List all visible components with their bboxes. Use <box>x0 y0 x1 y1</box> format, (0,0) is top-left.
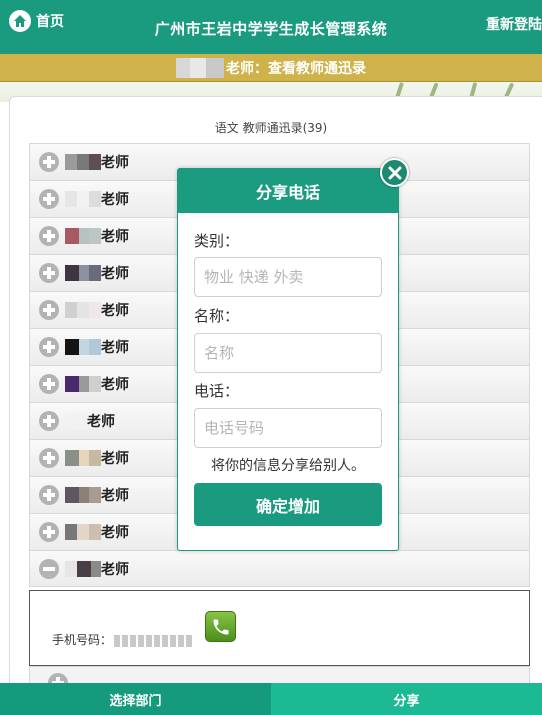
redacted-name <box>65 302 101 318</box>
collapse-icon[interactable] <box>39 558 59 579</box>
expand-icon[interactable] <box>39 152 59 172</box>
redacted-name <box>65 191 101 207</box>
redacted-phone-number <box>114 634 193 647</box>
teacher-name: 老师 <box>101 561 129 578</box>
teacher-name: 老师 <box>101 229 129 245</box>
expand-icon[interactable] <box>39 374 59 394</box>
teacher-name: 老师 <box>87 414 115 430</box>
close-icon <box>388 166 401 179</box>
redacted-name <box>176 57 224 78</box>
teacher-name: 老师 <box>101 303 129 319</box>
redacted-name <box>65 413 87 429</box>
redacted-name <box>65 339 101 355</box>
teacher-name: 老师 <box>101 488 129 504</box>
teacher-name: 老师 <box>101 377 129 393</box>
redacted-name <box>65 524 101 540</box>
name-input[interactable] <box>194 333 382 373</box>
expand-icon[interactable] <box>39 337 59 357</box>
phone-label: 手机号码： <box>52 633 113 647</box>
redacted-name <box>65 265 101 281</box>
teacher-name: 老师 <box>101 340 129 356</box>
teacher-name: 老师 <box>101 525 129 541</box>
redacted-name <box>65 228 101 244</box>
expand-icon[interactable] <box>39 485 59 505</box>
share-phone-modal: 分享电话 类别： 名称： 电话： 将你的信息分享给别人。 确定增加 <box>177 158 409 551</box>
expand-icon[interactable] <box>39 189 59 209</box>
top-bar: 首页 广州市王岩中学学生成长管理系统 重新登陆 <box>0 0 542 54</box>
share-note: 将你的信息分享给别人。 <box>211 458 365 474</box>
category-label: 类别： <box>194 232 240 250</box>
app-title: 广州市王岩中学学生成长管理系统 <box>154 20 388 38</box>
redacted-name <box>65 376 101 392</box>
phone-label: 电话： <box>194 382 240 400</box>
redacted-name <box>65 154 101 170</box>
modal-title: 分享电话 <box>178 169 398 213</box>
expand-icon[interactable] <box>39 226 59 246</box>
teacher-name: 老师 <box>101 155 129 171</box>
category-input[interactable] <box>194 257 382 297</box>
redacted-name <box>65 487 101 503</box>
share-tab[interactable]: 分享 <box>271 683 542 715</box>
subheader-bar: 老师：查看教师通迅录 <box>0 54 542 82</box>
teacher-detail-panel: 手机号码： <box>29 590 530 666</box>
redacted-name <box>65 560 101 577</box>
relogin-button[interactable]: 重新登陆 <box>486 14 542 34</box>
expand-icon[interactable] <box>39 522 59 542</box>
teacher-name: 老师 <box>101 451 129 467</box>
confirm-add-button[interactable]: 确定增加 <box>194 483 382 526</box>
subheader-text: 老师：查看教师通迅录 <box>226 60 366 77</box>
bottom-nav: 选择部门 分享 <box>0 683 542 715</box>
call-button[interactable] <box>205 611 236 642</box>
phone-field: 手机号码： <box>52 631 193 648</box>
phone-input[interactable] <box>194 408 382 448</box>
teacher-name: 老师 <box>101 192 129 208</box>
directory-caption: 语文 教师通迅录(39) <box>214 121 328 135</box>
teacher-row-partial[interactable] <box>29 666 530 693</box>
expand-icon[interactable] <box>39 411 59 431</box>
name-label: 名称： <box>194 307 240 325</box>
expand-icon[interactable] <box>39 448 59 468</box>
select-department-tab[interactable]: 选择部门 <box>0 683 271 715</box>
teacher-name: 老师 <box>101 266 129 282</box>
close-button[interactable] <box>380 158 409 187</box>
expand-icon[interactable] <box>39 300 59 320</box>
teacher-row[interactable]: 老师 <box>29 550 530 587</box>
redacted-name <box>65 450 101 466</box>
phone-icon <box>213 619 228 634</box>
expand-icon[interactable] <box>39 263 59 283</box>
